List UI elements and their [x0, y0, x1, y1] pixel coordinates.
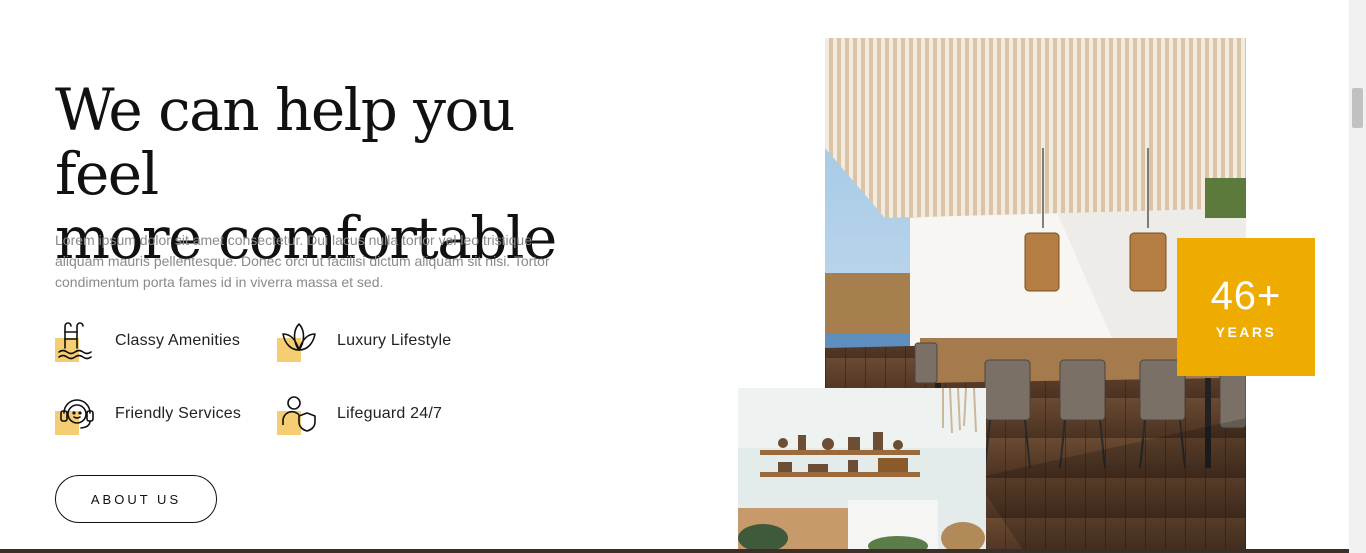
feature-label: Lifeguard 24/7	[337, 405, 443, 422]
years-number: 46+	[1210, 274, 1282, 318]
description: Lorem ipsum dolor sit amet consectetur. …	[55, 232, 550, 290]
page-scrollbar[interactable]	[1349, 0, 1366, 553]
lotus-icon	[277, 320, 319, 362]
feature-label: Friendly Services	[115, 405, 242, 422]
feature-classy-amenities: Classy Amenities	[55, 320, 240, 362]
years-badge: 46+ YEARS	[1177, 238, 1315, 376]
kitchen-photo	[738, 388, 986, 553]
person-shield-icon	[277, 393, 319, 435]
feature-luxury-lifestyle: Luxury Lifestyle	[277, 320, 451, 362]
feature-label: Luxury Lifestyle	[337, 332, 452, 349]
feature-friendly-services: Friendly Services	[55, 393, 241, 435]
scrollbar-thumb[interactable]	[1352, 88, 1363, 128]
years-label: YEARS	[1215, 324, 1277, 340]
title-line-1: We can help you feel	[55, 76, 515, 208]
feature-label: Classy Amenities	[115, 332, 241, 349]
about-us-button[interactable]: ABOUT US	[55, 475, 217, 523]
feature-lifeguard: Lifeguard 24/7	[277, 393, 442, 435]
next-section-edge	[0, 549, 1349, 553]
headset-icon	[55, 393, 97, 435]
pool-ladder-icon	[55, 320, 97, 362]
